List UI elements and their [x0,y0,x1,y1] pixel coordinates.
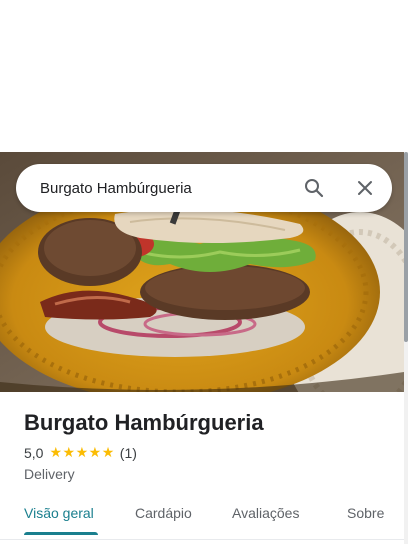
review-count-link[interactable]: (1) [120,445,137,461]
star-icon: ★ [62,445,76,461]
tabs-divider [0,539,404,540]
search-input[interactable] [40,178,290,198]
close-button[interactable] [351,174,379,202]
rating-stars: ★ ★ ★ ★ ★ [49,446,114,460]
tab-overview[interactable]: Visão geral [24,505,94,521]
rating-row[interactable]: 5,0 ★ ★ ★ ★ ★ (1) [24,445,137,461]
star-icon: ★ [49,445,63,461]
tab-about[interactable]: Sobre [347,505,384,521]
star-icon: ★ [88,445,102,461]
search-icon [305,179,324,198]
tab-reviews[interactable]: Avaliações [232,505,299,521]
search-box[interactable] [16,164,392,212]
search-button[interactable] [300,174,328,202]
scrollbar-thumb[interactable] [404,152,408,342]
place-category: Delivery [24,466,75,482]
close-icon [358,181,372,195]
tab-menu[interactable]: Cardápio [135,505,192,521]
star-icon: ★ [101,445,115,461]
tab-bar: Visão geral Cardápio Avaliações Sobre [0,496,404,536]
rating-value: 5,0 [24,445,44,461]
place-title: Burgato Hambúrgueria [24,410,264,435]
active-tab-indicator [24,532,98,535]
star-icon: ★ [75,445,89,461]
